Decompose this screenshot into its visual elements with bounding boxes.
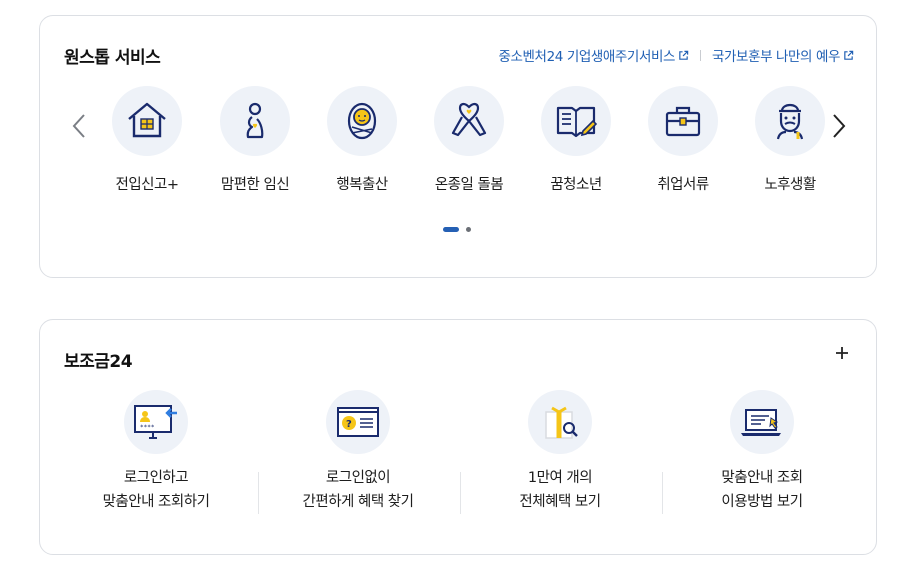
subsidy-item-guide[interactable]: 맞춤안내 조회 이용방법 보기	[662, 390, 862, 514]
briefcase-icon	[665, 106, 701, 137]
ribbon-heart-icon	[451, 102, 487, 137]
sme-venture-link[interactable]: 중소벤처24 기업생애주기서비스	[498, 45, 689, 65]
question-document-icon: ?	[337, 407, 379, 437]
pregnancy-icon	[246, 102, 264, 139]
pagination-dot[interactable]	[466, 227, 471, 232]
subsidy-item-text: 1만여 개의 전체혜택 보기	[460, 466, 660, 514]
carousel-pagination	[443, 227, 471, 232]
subsidy-item-line2: 간편하게 혜택 찾기	[302, 494, 414, 510]
subsidy-item-line1: 1만여 개의	[527, 470, 593, 486]
service-label: 꿈청소년	[550, 177, 602, 193]
service-item-pregnancy[interactable]: 맘편한 임신	[210, 86, 300, 194]
service-item-senior[interactable]: 노후생활	[745, 86, 835, 194]
baby-icon	[347, 102, 377, 140]
subsidy-item-line1: 로그인하고	[123, 470, 189, 486]
link-separator	[700, 49, 702, 61]
subsidy-item-no-login[interactable]: ? 로그인없이 간편하게 혜택 찾기	[258, 390, 458, 514]
svg-text:?: ?	[346, 419, 352, 430]
veterans-link-label: 국가보훈부 나만의 예우	[712, 49, 840, 65]
subsidy-item-line2: 맞춤안내 조회하기	[102, 494, 210, 510]
subsidy-item-text: 로그인하고 맞춤안내 조회하기	[56, 466, 256, 514]
service-icon-circle	[434, 86, 504, 156]
subsidy-icon-circle	[528, 390, 592, 454]
subsidy-card: 보조금24 **** 로그인하고 맞춤안내 조회하기 ? 로그인없이 간편하게 …	[39, 319, 877, 555]
pagination-dot-active[interactable]	[443, 227, 459, 232]
subsidy-item-line1: 로그인없이	[325, 470, 391, 486]
subsidy-item-all-benefits[interactable]: 1만여 개의 전체혜택 보기	[460, 390, 660, 514]
service-label: 취업서류	[657, 177, 709, 193]
plus-icon[interactable]	[835, 346, 849, 360]
service-icon-circle	[327, 86, 397, 156]
service-label: 전입신고+	[115, 177, 179, 193]
subsidy-icon-circle: ****	[124, 390, 188, 454]
service-item-move-in[interactable]: 전입신고+	[102, 86, 192, 194]
subsidy-item-line2: 이용방법 보기	[721, 494, 803, 510]
laptop-guide-icon	[741, 409, 781, 436]
service-label: 노후생활	[764, 177, 816, 193]
service-item-youth[interactable]: 꿈청소년	[531, 86, 621, 194]
subsidy-item-login[interactable]: **** 로그인하고 맞춤안내 조회하기	[56, 390, 256, 514]
subsidy-icon-circle: ?	[326, 390, 390, 454]
subsidy-item-line1: 맞춤안내 조회	[721, 470, 803, 486]
service-label: 행복출산	[336, 177, 388, 193]
subsidy-icon-circle	[730, 390, 794, 454]
service-item-care[interactable]: 온종일 돌봄	[424, 86, 514, 194]
service-icon-circle	[648, 86, 718, 156]
house-icon	[128, 102, 166, 138]
service-item-birth[interactable]: 행복출산	[317, 86, 407, 194]
one-stop-title: 원스톱 서비스	[64, 48, 161, 68]
external-link-icon	[844, 50, 854, 60]
veterans-link[interactable]: 국가보훈부 나만의 예우	[712, 45, 854, 65]
service-icon-circle	[220, 86, 290, 156]
service-icon-circle	[541, 86, 611, 156]
service-item-employment[interactable]: 취업서류	[638, 86, 728, 194]
sme-venture-link-label: 중소벤처24 기업생애주기서비스	[498, 49, 676, 65]
subsidy-items: **** 로그인하고 맞춤안내 조회하기 ? 로그인없이 간편하게 혜택 찾기 …	[56, 390, 862, 520]
book-pencil-icon	[556, 106, 598, 138]
subsidy-item-line2: 전체혜택 보기	[519, 494, 601, 510]
svg-text:****: ****	[140, 424, 155, 431]
elderly-icon	[776, 103, 804, 140]
subsidy-item-text: 로그인없이 간편하게 혜택 찾기	[258, 466, 458, 514]
service-label: 온종일 돌봄	[434, 177, 504, 193]
gift-search-icon	[545, 406, 578, 439]
service-carousel: 전입신고+ 맘편한 임신 행복출산 온종일 돌봄 꿈청소년 취업서류 노후생활	[102, 86, 825, 206]
chevron-left-icon[interactable]	[70, 112, 90, 140]
service-icon-circle	[112, 86, 182, 156]
one-stop-service-card: 원스톱 서비스 중소벤처24 기업생애주기서비스 국가보훈부 나만의 예우 전입	[39, 15, 877, 278]
service-icon-circle	[755, 86, 825, 156]
external-links: 중소벤처24 기업생애주기서비스 국가보훈부 나만의 예우	[498, 45, 854, 65]
subsidy-title: 보조금24	[64, 352, 133, 372]
login-monitor-icon: ****	[134, 405, 177, 439]
subsidy-item-text: 맞춤안내 조회 이용방법 보기	[662, 466, 862, 514]
service-label: 맘편한 임신	[220, 177, 290, 193]
external-link-icon	[679, 50, 689, 60]
